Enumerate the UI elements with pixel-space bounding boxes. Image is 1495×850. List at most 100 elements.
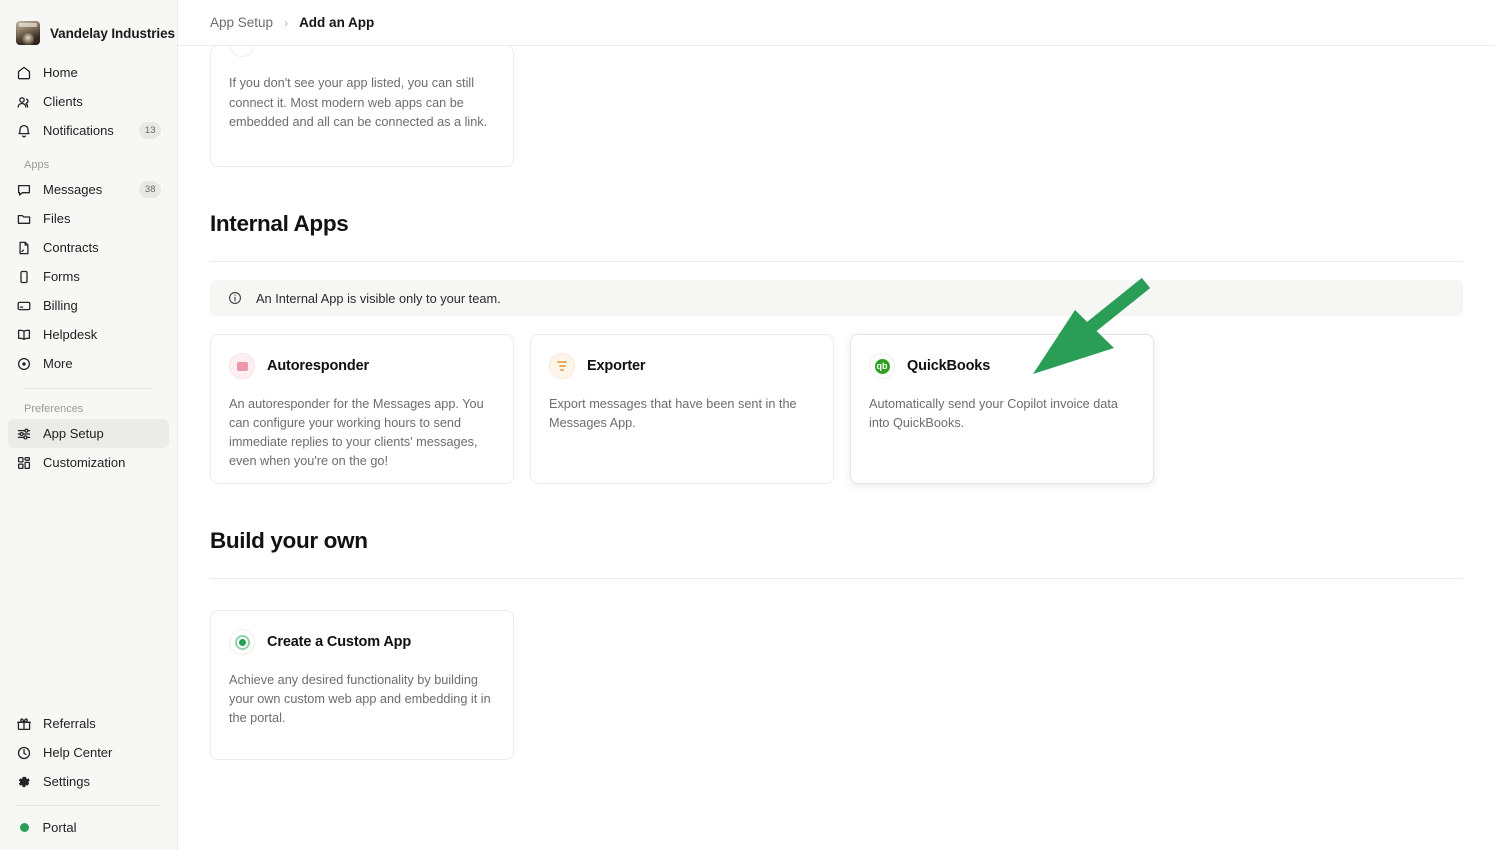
build-your-own-rule [210,578,1463,579]
internal-apps-notice-text: An Internal App is visible only to your … [256,291,501,306]
internal-apps-title: Internal Apps [210,211,1463,237]
sidebar-item-label-clients: Clients [43,94,83,109]
messages-badge: 38 [139,181,161,198]
app-root: Vandelay Industries Home Clients Notific [0,0,1495,850]
sidebar: Vandelay Industries Home Clients Notific [0,0,178,850]
app-card-quickbooks[interactable]: qb QuickBooks Automatically send your Co… [850,334,1154,484]
sidebar-section-preferences: Preferences [8,403,169,415]
app-card-title-quickbooks: QuickBooks [907,358,990,374]
form-icon [16,269,32,285]
sidebar-item-billing[interactable]: Billing [8,291,169,320]
custom-app-icon [229,629,255,655]
breadcrumb: App Setup › Add an App [210,15,374,30]
app-card-header: Exporter [549,353,815,379]
app-card-create-custom-app[interactable]: Create a Custom App Achieve any desired … [210,610,514,760]
sidebar-primary-nav: Home Clients Notifications 13 Apps [0,52,177,477]
main-content: App Setup › Add an App If you don't see … [178,0,1495,850]
internal-apps-rule [210,261,1463,262]
clients-icon [16,94,32,110]
sidebar-item-label-notifications: Notifications [43,123,114,138]
autoresponder-icon [229,353,255,379]
chevron-right-icon: › [284,16,288,30]
app-card-description-quickbooks: Automatically send your Copilot invoice … [869,395,1135,433]
sidebar-item-label-messages: Messages [43,182,102,197]
bell-icon [16,123,32,139]
sidebar-spacer [0,477,177,709]
app-card-title-autoresponder: Autoresponder [267,358,369,374]
exporter-icon [549,353,575,379]
help-circle-icon [16,745,32,761]
sidebar-item-app-setup[interactable]: App Setup [8,419,169,448]
more-icon [16,356,32,372]
app-card-exporter[interactable]: Exporter Export messages that have been … [530,334,834,484]
sidebar-item-clients[interactable]: Clients [8,87,169,116]
sidebar-item-label-forms: Forms [43,269,80,284]
sidebar-item-settings[interactable]: Settings [8,767,169,796]
app-card-header: qb QuickBooks [869,353,1135,379]
sidebar-item-forms[interactable]: Forms [8,262,169,291]
workspace-switcher[interactable]: Vandelay Industries [0,0,177,52]
sidebar-item-label-portal: Portal [43,820,77,835]
billing-icon [16,298,32,314]
sidebar-divider-portal [16,805,161,806]
sidebar-item-contracts[interactable]: Contracts [8,233,169,262]
app-card-description-create-custom-app: Achieve any desired functionality by bui… [229,671,495,728]
partial-card-description: If you don't see your app listed, you ca… [211,58,513,133]
sidebar-item-label-helpdesk: Helpdesk [43,327,97,342]
internal-apps-notice: An Internal App is visible only to your … [210,280,1463,316]
sidebar-item-files[interactable]: Files [8,204,169,233]
sidebar-item-label-more: More [43,356,73,371]
sidebar-item-label-customization: Customization [43,455,125,470]
build-your-own-grid: Create a Custom App Achieve any desired … [210,610,1463,760]
partial-app-card[interactable]: If you don't see your app listed, you ca… [210,45,514,167]
message-icon [16,182,32,198]
sidebar-item-notifications[interactable]: Notifications 13 [8,116,169,145]
sidebar-bottom-nav: Referrals Help Center Settings Portal [0,709,177,850]
sidebar-section-apps: Apps [8,159,169,171]
contract-icon [16,240,32,256]
sidebar-divider-preferences [24,388,153,389]
app-card-header: Create a Custom App [229,629,495,655]
internal-apps-section: Internal Apps An Internal App is visible… [210,211,1463,484]
top-bar: App Setup › Add an App [178,0,1495,46]
sidebar-item-label-help-center: Help Center [43,745,112,760]
sidebar-item-label-contracts: Contracts [43,240,99,255]
sidebar-item-portal[interactable]: Portal [8,813,169,842]
app-card-autoresponder[interactable]: Autoresponder An autoresponder for the M… [210,334,514,484]
workspace-name: Vandelay Industries [50,26,175,41]
helpdesk-icon [16,327,32,343]
sidebar-item-label-referrals: Referrals [43,716,96,731]
sliders-icon [16,426,32,442]
partial-card-header [211,45,513,58]
sidebar-item-referrals[interactable]: Referrals [8,709,169,738]
sidebar-item-label-billing: Billing [43,298,78,313]
page-content: If you don't see your app listed, you ca… [178,45,1495,760]
autoresponder-glyph [237,362,248,371]
status-dot-icon [20,823,29,832]
sidebar-item-label-home: Home [43,65,78,80]
info-circle-icon [228,291,242,305]
build-your-own-section: Build your own Create a Custom App Achie… [210,528,1463,760]
exporter-glyph [557,361,567,371]
sidebar-item-label-files: Files [43,211,70,226]
sidebar-item-helpdesk[interactable]: Helpdesk [8,320,169,349]
sidebar-item-label-settings: Settings [43,774,90,789]
sidebar-item-messages[interactable]: Messages 38 [8,175,169,204]
notifications-badge: 13 [139,122,161,139]
breadcrumb-parent[interactable]: App Setup [210,15,273,30]
sidebar-item-help-center[interactable]: Help Center [8,738,169,767]
custom-app-glyph [235,635,250,650]
app-card-header: Autoresponder [229,353,495,379]
partial-card-icon [229,45,255,57]
quickbooks-glyph: qb [875,359,890,374]
sidebar-item-more[interactable]: More [8,349,169,378]
sidebar-item-customization[interactable]: Customization [8,448,169,477]
app-card-description-exporter: Export messages that have been sent in t… [549,395,815,433]
sidebar-item-home[interactable]: Home [8,58,169,87]
home-icon [16,65,32,81]
app-card-title-create-custom-app: Create a Custom App [267,634,411,650]
partial-card-title [267,45,397,54]
internal-apps-grid: Autoresponder An autoresponder for the M… [210,334,1463,484]
app-card-description-autoresponder: An autoresponder for the Messages app. Y… [229,395,495,471]
folder-icon [16,211,32,227]
